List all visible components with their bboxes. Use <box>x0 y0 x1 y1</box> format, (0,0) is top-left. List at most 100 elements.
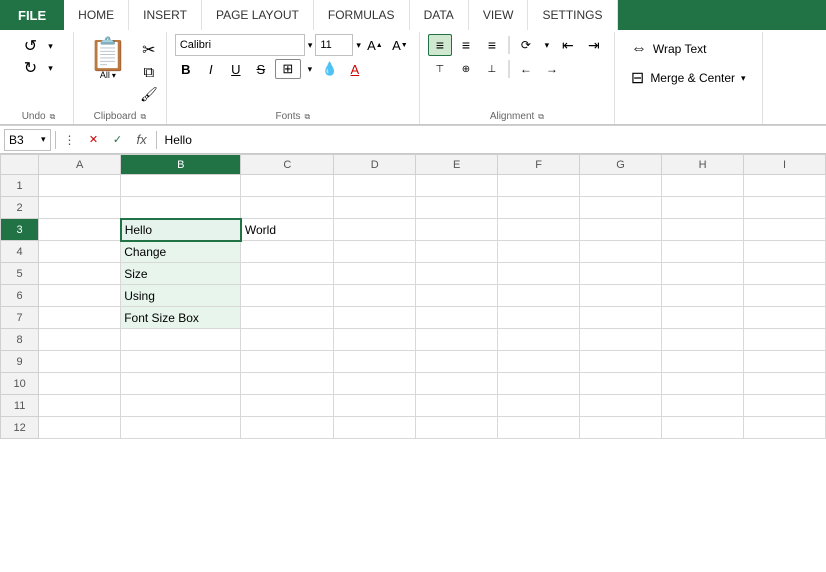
col-header-G[interactable]: G <box>580 155 662 175</box>
cell-D9[interactable] <box>334 351 416 373</box>
cell-C10[interactable] <box>241 373 334 395</box>
cell-H4[interactable] <box>662 241 744 263</box>
cell-ref-dropdown[interactable]: ▾ <box>41 134 46 145</box>
cell-C9[interactable] <box>241 351 334 373</box>
font-size-dropdown[interactable]: ▾ <box>356 40 361 51</box>
cell-E2[interactable] <box>416 197 498 219</box>
cell-I11[interactable] <box>744 395 826 417</box>
cell-I3[interactable] <box>744 219 826 241</box>
cell-A10[interactable] <box>39 373 121 395</box>
cell-H1[interactable] <box>662 175 744 197</box>
cell-I8[interactable] <box>744 329 826 351</box>
cell-I6[interactable] <box>744 285 826 307</box>
tab-home[interactable]: HOME <box>64 0 129 30</box>
cell-G9[interactable] <box>580 351 662 373</box>
row-header-9[interactable]: 9 <box>1 351 39 373</box>
cell-B5[interactable]: Size <box>121 263 241 285</box>
tab-view[interactable]: VIEW <box>469 0 529 30</box>
cell-A4[interactable] <box>39 241 121 263</box>
cell-E10[interactable] <box>416 373 498 395</box>
cell-G1[interactable] <box>580 175 662 197</box>
cell-E6[interactable] <box>416 285 498 307</box>
cell-F9[interactable] <box>498 351 580 373</box>
row-header-11[interactable]: 11 <box>1 395 39 417</box>
cell-G8[interactable] <box>580 329 662 351</box>
col-header-C[interactable]: C <box>241 155 334 175</box>
cell-E11[interactable] <box>416 395 498 417</box>
cell-H12[interactable] <box>662 417 744 439</box>
cell-G7[interactable] <box>580 307 662 329</box>
merge-center-button[interactable]: ⊟ Merge & Center ▾ <box>625 65 752 91</box>
wrap-text-button[interactable]: ⇔ Wrap Text <box>625 36 752 62</box>
cell-D4[interactable] <box>334 241 416 263</box>
cell-B10[interactable] <box>121 373 241 395</box>
orientation-dropdown[interactable]: ▾ <box>540 34 554 56</box>
rtl-button[interactable]: ← <box>514 58 538 80</box>
cell-B6[interactable]: Using <box>121 285 241 307</box>
cell-C1[interactable] <box>241 175 334 197</box>
border-dropdown[interactable]: ▾ <box>304 59 316 79</box>
indent-decrease-button[interactable]: ⇤ <box>556 34 580 56</box>
clipboard-expand[interactable]: ⧉ <box>140 112 146 122</box>
cell-I2[interactable] <box>744 197 826 219</box>
cell-A7[interactable] <box>39 307 121 329</box>
font-size-input[interactable] <box>315 34 353 56</box>
fill-color-button[interactable]: 💧 <box>319 59 341 79</box>
cell-E1[interactable] <box>416 175 498 197</box>
cell-F12[interactable] <box>498 417 580 439</box>
cell-C5[interactable] <box>241 263 334 285</box>
cancel-icon[interactable]: ✕ <box>84 133 104 146</box>
border-button[interactable]: ⊞ <box>275 59 301 79</box>
cell-C11[interactable] <box>241 395 334 417</box>
confirm-icon[interactable]: ✓ <box>108 133 128 146</box>
row-header-8[interactable]: 8 <box>1 329 39 351</box>
ltr-button[interactable]: → <box>540 58 564 80</box>
cell-B1[interactable] <box>121 175 241 197</box>
undo-button[interactable]: ↺ <box>20 36 42 56</box>
cell-G3[interactable] <box>580 219 662 241</box>
cell-B3[interactable]: Hello <box>121 219 241 241</box>
cell-A5[interactable] <box>39 263 121 285</box>
redo-dropdown[interactable]: ▾ <box>44 58 58 78</box>
row-header-10[interactable]: 10 <box>1 373 39 395</box>
cell-A8[interactable] <box>39 329 121 351</box>
cell-G12[interactable] <box>580 417 662 439</box>
redo-button[interactable]: ↻ <box>20 58 42 78</box>
tab-settings[interactable]: SETTINGS <box>528 0 617 30</box>
cell-A3[interactable] <box>39 219 121 241</box>
cell-E3[interactable] <box>416 219 498 241</box>
strikethrough-button[interactable]: S <box>250 58 272 80</box>
merge-center-dropdown[interactable]: ▾ <box>741 73 746 84</box>
cell-H11[interactable] <box>662 395 744 417</box>
cell-D7[interactable] <box>334 307 416 329</box>
cell-E8[interactable] <box>416 329 498 351</box>
underline-button[interactable]: U <box>225 58 247 80</box>
cell-I12[interactable] <box>744 417 826 439</box>
cell-F5[interactable] <box>498 263 580 285</box>
paste-button[interactable]: 📋 All ▾ <box>80 36 136 82</box>
cell-I10[interactable] <box>744 373 826 395</box>
cell-E9[interactable] <box>416 351 498 373</box>
cell-F7[interactable] <box>498 307 580 329</box>
col-header-E[interactable]: E <box>416 155 498 175</box>
cut-button[interactable]: ✂ <box>138 40 160 60</box>
row-header-5[interactable]: 5 <box>1 263 39 285</box>
format-painter-button[interactable]: 🖌 <box>138 84 160 104</box>
cell-H9[interactable] <box>662 351 744 373</box>
fonts-expand[interactable]: ⧉ <box>305 112 311 122</box>
cell-A1[interactable] <box>39 175 121 197</box>
cell-F1[interactable] <box>498 175 580 197</box>
font-color-button[interactable]: A <box>344 59 366 79</box>
decrease-font-button[interactable]: A▼ <box>389 35 411 55</box>
formula-input[interactable] <box>161 133 822 147</box>
cell-D8[interactable] <box>334 329 416 351</box>
increase-font-button[interactable]: A▲ <box>364 35 386 55</box>
cell-D5[interactable] <box>334 263 416 285</box>
cell-B2[interactable] <box>121 197 241 219</box>
cell-D3[interactable] <box>334 219 416 241</box>
cell-E12[interactable] <box>416 417 498 439</box>
cell-A2[interactable] <box>39 197 121 219</box>
cell-F4[interactable] <box>498 241 580 263</box>
cell-B4[interactable]: Change <box>121 241 241 263</box>
cell-C3[interactable]: World <box>241 219 334 241</box>
